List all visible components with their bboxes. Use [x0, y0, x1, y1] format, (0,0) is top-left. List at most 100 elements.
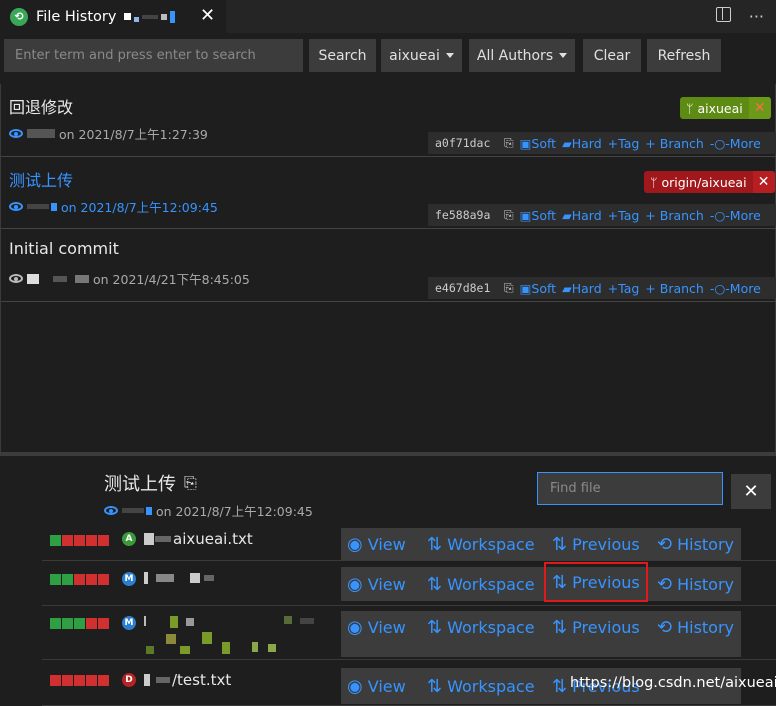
more-actions-icon[interactable]: ···: [749, 7, 764, 26]
commit-actions-bar: fe588a9a ⎘ ▣Soft ▰Hard +Tag + Branch -○-…: [428, 204, 776, 226]
close-tab-icon[interactable]: ✕: [200, 5, 215, 26]
watermark: https://blog.csdn.net/aixueai: [570, 675, 776, 691]
file-row: A aixueai.txt ◉ View ⇅ Workspace ⇅ Previous…: [42, 527, 776, 561]
find-file-input[interactable]: [537, 472, 723, 505]
change-stats: [50, 535, 109, 546]
compare-icon: ⇅: [552, 571, 568, 593]
commit-hash[interactable]: fe588a9a: [428, 208, 502, 222]
branch-dropdown[interactable]: aixueai: [381, 39, 462, 72]
branch-badge-label: origin/aixueai: [661, 174, 747, 190]
copy-hash-icon[interactable]: ⎘: [504, 208, 514, 223]
status-badge: D: [122, 673, 136, 687]
hard-reset-button[interactable]: ▰Hard: [562, 136, 602, 151]
remote-branch-icon: ᛘ: [650, 174, 662, 190]
clear-button[interactable]: Clear: [583, 39, 641, 72]
hard-reset-button[interactable]: ▰Hard: [562, 281, 602, 296]
hard-reset-label: Hard: [571, 207, 602, 223]
add-tag-button[interactable]: +Tag: [608, 281, 640, 296]
view-commit-icon[interactable]: [9, 202, 23, 211]
previous-button[interactable]: ⇅ Previous: [544, 562, 648, 602]
workspace-button[interactable]: ⇅ Workspace: [427, 676, 535, 697]
commit-meta: on 2021/8/7上午12:09:45: [9, 197, 218, 216]
previous-button[interactable]: ⇅ Previous: [552, 617, 640, 638]
tab-file-history[interactable]: ⟲ File History ✕: [0, 0, 226, 33]
add-tag-button[interactable]: +Tag: [608, 208, 640, 223]
soft-reset-button[interactable]: ▣Soft: [520, 208, 556, 223]
soft-reset-label: Soft: [531, 135, 557, 151]
remove-branch-icon[interactable]: ✕: [748, 97, 771, 119]
details-title: 测试上传 ⎘: [104, 470, 197, 496]
view-button[interactable]: ◉ View: [347, 574, 406, 595]
file-name[interactable]: /test.txt: [144, 671, 231, 689]
view-button[interactable]: ◉ View: [347, 617, 406, 638]
more-button[interactable]: -○-More: [710, 136, 761, 151]
commit-message[interactable]: 测试上传: [9, 167, 73, 191]
tab-title: File History: [36, 8, 117, 25]
view-button[interactable]: ◉ View: [347, 676, 406, 697]
workspace-button[interactable]: ⇅ Workspace: [427, 534, 535, 555]
hard-reset-label: Hard: [571, 135, 602, 151]
view-commit-icon[interactable]: [9, 274, 23, 283]
add-branch-button[interactable]: + Branch: [645, 208, 704, 223]
copy-hash-icon[interactable]: ⎘: [504, 281, 514, 296]
change-stats: [50, 675, 109, 686]
change-stats: [50, 618, 109, 629]
authors-dropdown[interactable]: All Authors: [469, 39, 575, 72]
file-actions: ◉ View ⇅ Workspace ⇅ Previous ⟲ History: [341, 528, 741, 560]
eye-icon: ◉: [347, 675, 363, 697]
refresh-button[interactable]: Refresh: [647, 39, 721, 72]
add-branch-button[interactable]: + Branch: [645, 136, 704, 151]
branch-dropdown-label: aixueai: [389, 47, 440, 64]
view-commit-icon[interactable]: [9, 129, 23, 138]
status-badge: M: [122, 572, 136, 586]
more-button[interactable]: -○-More: [710, 281, 761, 296]
copy-message-icon[interactable]: ⎘: [184, 473, 197, 493]
file-name-text: aixueai.txt: [173, 530, 253, 548]
view-button[interactable]: ◉ View: [347, 534, 406, 555]
commit-hash[interactable]: e467d8e1: [428, 281, 502, 295]
commit-message[interactable]: Initial commit: [9, 239, 119, 258]
chevron-down-icon: [445, 53, 454, 58]
commit-meta: on 2021/4/21下午8:45:05: [9, 269, 250, 288]
compare-icon: ⇅: [427, 675, 443, 697]
view-commit-icon[interactable]: [104, 506, 118, 515]
view-label: View: [367, 574, 406, 594]
file-name[interactable]: [144, 572, 214, 584]
history-button[interactable]: ⟲ History: [657, 534, 734, 555]
split-editor-icon[interactable]: [715, 7, 731, 22]
add-branch-button[interactable]: + Branch: [645, 281, 704, 296]
history-button[interactable]: ⟲ History: [657, 574, 734, 595]
redacted-author: [27, 273, 39, 284]
previous-button[interactable]: ⇅ Previous: [552, 534, 640, 555]
history-label: History: [677, 534, 735, 554]
redacted-file-name[interactable]: [142, 614, 332, 658]
close-icon[interactable]: ✕: [731, 474, 771, 509]
file-actions: ◉ View ⇅ Workspace ⇅ Previous ⟲ History: [341, 611, 741, 657]
file-name-text: /test.txt: [172, 671, 232, 689]
previous-label: Previous: [572, 618, 640, 637]
commit-row[interactable]: Initial commit on 2021/4/21下午8:45:05 e46…: [1, 229, 776, 302]
commit-row[interactable]: 回退修改 on 2021/8/7上午1:27:39 ᛘ aixueai ✕ a0…: [1, 84, 776, 157]
search-input[interactable]: [4, 39, 303, 72]
add-tag-button[interactable]: +Tag: [608, 136, 640, 151]
soft-reset-button[interactable]: ▣Soft: [520, 136, 556, 151]
history-icon: ⟲: [657, 617, 673, 638]
history-button[interactable]: ⟲ History: [657, 617, 734, 638]
search-button[interactable]: Search: [309, 39, 376, 72]
commit-hash[interactable]: a0f71dac: [428, 136, 502, 150]
remove-branch-icon[interactable]: ✕: [752, 171, 775, 193]
more-label: More: [729, 135, 761, 151]
commit-message[interactable]: 回退修改: [9, 94, 73, 118]
commit-row[interactable]: 测试上传 on 2021/8/7上午12:09:45 ᛘ origin/aixu…: [1, 157, 776, 229]
workspace-label: Workspace: [447, 618, 535, 637]
more-button[interactable]: -○-More: [710, 208, 761, 223]
file-name[interactable]: aixueai.txt: [144, 530, 253, 548]
soft-reset-button[interactable]: ▣Soft: [520, 281, 556, 296]
copy-hash-icon[interactable]: ⎘: [504, 136, 514, 151]
hard-reset-button[interactable]: ▰Hard: [562, 208, 602, 223]
toolbar: Search aixueai All Authors Clear Refresh: [0, 33, 776, 79]
git-history-icon: ⟲: [10, 7, 28, 26]
workspace-button[interactable]: ⇅ Workspace: [427, 617, 535, 638]
workspace-button[interactable]: ⇅ Workspace: [427, 574, 535, 595]
change-stats: [50, 574, 109, 585]
